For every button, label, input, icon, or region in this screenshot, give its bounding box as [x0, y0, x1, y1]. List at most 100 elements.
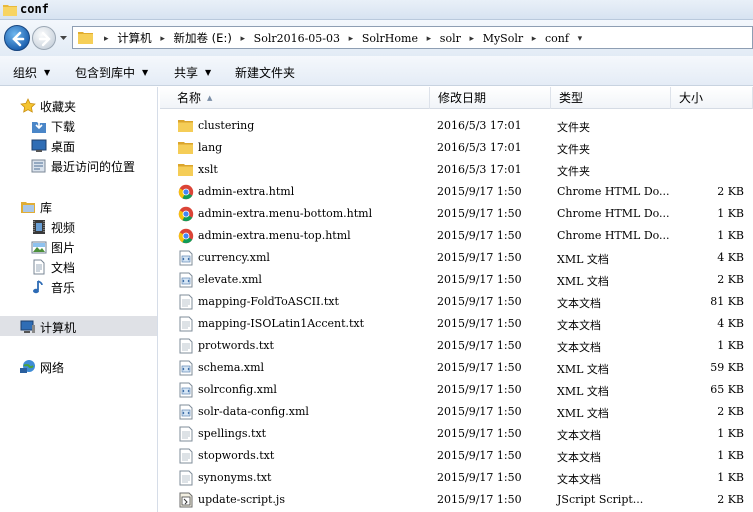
table-row[interactable]: solrconfig.xml 2015/9/17 1:50 XML 文档 65 KB [160, 379, 753, 401]
forward-button[interactable] [32, 26, 56, 50]
organize-button[interactable]: 组织 ▼ [13, 64, 50, 81]
file-date: 2015/9/17 1:50 [437, 207, 522, 220]
nav-label: 收藏夹 [40, 100, 77, 114]
chevron-right-icon[interactable]: ▸ [104, 34, 109, 44]
text-file-icon [178, 294, 194, 313]
file-date: 2016/5/3 17:01 [437, 119, 522, 132]
chevron-right-icon[interactable]: ▸ [532, 34, 537, 44]
include-library-label: 包含到库中 [75, 66, 136, 80]
file-type: XML 文档 [557, 363, 609, 376]
table-row[interactable]: mapping-FoldToASCII.txt 2015/9/17 1:50 文本文… [160, 291, 753, 313]
file-type: 文本文档 [557, 473, 601, 486]
nav-label: 图片 [51, 241, 76, 255]
table-row[interactable]: xslt 2016/5/3 17:01 文件夹 [160, 159, 753, 181]
text-file-icon [178, 448, 194, 467]
file-name: synonyms.txt [198, 471, 272, 484]
chevron-down-icon[interactable]: ▾ [578, 34, 583, 44]
column-header-size[interactable]: 大小 [671, 87, 753, 109]
table-row[interactable]: admin-extra.menu-top.html 2015/9/17 1:50 C… [160, 225, 753, 247]
chevron-down-icon: ▼ [205, 68, 212, 77]
recent-pages-dropdown[interactable] [59, 32, 68, 44]
window-title: conf [20, 2, 49, 16]
table-row[interactable]: schema.xml 2015/9/17 1:50 XML 文档 59 KB [160, 357, 753, 379]
table-row[interactable]: admin-extra.menu-bottom.html 2015/9/17 1:… [160, 203, 753, 225]
table-row[interactable]: clustering 2016/5/3 17:01 文件夹 [160, 115, 753, 137]
arrow-right-icon [38, 31, 51, 47]
include-library-button[interactable]: 包含到库中 ▼ [75, 64, 148, 81]
file-size: 2 KB [717, 405, 744, 418]
file-type: JScript Script... [557, 493, 644, 506]
breadcrumb-item-solrhome[interactable]: SolrHome [362, 32, 418, 45]
file-size: 65 KB [710, 383, 744, 396]
text-file-icon [178, 316, 194, 335]
new-folder-button[interactable]: 新建文件夹 [235, 64, 295, 81]
chevron-right-icon[interactable]: ▸ [470, 34, 475, 44]
breadcrumb-item-solr[interactable]: solr [440, 32, 461, 45]
breadcrumb-item-mysolr[interactable]: MySolr [483, 32, 523, 45]
file-date: 2015/9/17 1:50 [437, 185, 522, 198]
breadcrumb-item-drive[interactable]: 新加卷 (E:) [174, 30, 232, 46]
command-bar: 组织 ▼ 包含到库中 ▼ 共享 ▼ 新建文件夹 [0, 56, 753, 86]
navigation-pane: 收藏夹 下载 桌面 最近访问的位置 库 视频 图片 文档 音乐 计算机 网络 [0, 87, 158, 512]
file-type: 文本文档 [557, 341, 601, 354]
column-header-date[interactable]: 修改日期 [430, 87, 551, 109]
column-header-type[interactable]: 类型 [551, 87, 671, 109]
chrome-icon [178, 184, 194, 203]
table-row[interactable]: protwords.txt 2015/9/17 1:50 文本文档 1 KB [160, 335, 753, 357]
nav-label: 音乐 [51, 281, 76, 295]
table-row[interactable]: elevate.xml 2015/9/17 1:50 XML 文档 2 KB [160, 269, 753, 291]
file-name: lang [198, 141, 223, 154]
file-date: 2015/9/17 1:50 [437, 251, 522, 264]
file-date: 2015/9/17 1:50 [437, 273, 522, 286]
file-size: 4 KB [717, 251, 744, 264]
xml-icon [178, 360, 194, 379]
chevron-right-icon[interactable]: ▸ [160, 34, 165, 44]
chevron-right-icon[interactable]: ▸ [240, 34, 245, 44]
file-type: Chrome HTML Do... [557, 185, 670, 198]
file-type: 文件夹 [557, 165, 590, 178]
file-type: 文件夹 [557, 143, 590, 156]
table-row[interactable]: update-script.js 2015/9/17 1:50 JScript Sc… [160, 489, 753, 511]
pictures-icon [31, 239, 47, 258]
chevron-down-icon: ▼ [142, 68, 149, 77]
table-row[interactable]: synonyms.txt 2015/9/17 1:50 文本文档 1 KB [160, 467, 753, 489]
table-row[interactable]: solr-data-config.xml 2015/9/17 1:50 XML 文档… [160, 401, 753, 423]
breadcrumb-item-computer[interactable]: 计算机 [117, 30, 152, 46]
breadcrumb-item-solr-date[interactable]: Solr2016-05-03 [254, 32, 340, 45]
xml-icon [178, 382, 194, 401]
nav-label: 文档 [51, 261, 76, 275]
computer-icon [20, 319, 36, 338]
file-name: update-script.js [198, 493, 285, 506]
file-type: Chrome HTML Do... [557, 229, 670, 242]
file-size: 2 KB [717, 273, 744, 286]
share-button[interactable]: 共享 ▼ [174, 64, 211, 81]
column-header-name[interactable]: 名称 ▲ [160, 87, 430, 109]
table-row[interactable]: mapping-ISOLatin1Accent.txt 2015/9/17 1:5… [160, 313, 753, 335]
file-type: 文本文档 [557, 297, 601, 310]
file-name: xslt [198, 163, 218, 176]
table-row[interactable]: admin-extra.html 2015/9/17 1:50 Chrome HTM… [160, 181, 753, 203]
organize-label: 组织 [13, 66, 38, 80]
file-name: solr-data-config.xml [198, 405, 309, 418]
table-row[interactable]: lang 2016/5/3 17:01 文件夹 [160, 137, 753, 159]
folder-icon [178, 162, 194, 180]
table-row[interactable]: spellings.txt 2015/9/17 1:50 文本文档 1 KB [160, 423, 753, 445]
xml-icon [178, 250, 194, 269]
chevron-right-icon[interactable]: ▸ [427, 34, 432, 44]
nav-label: 桌面 [51, 140, 76, 154]
downloads-icon [31, 118, 47, 137]
table-row[interactable]: currency.xml 2015/9/17 1:50 XML 文档 4 KB [160, 247, 753, 269]
file-size: 1 KB [717, 449, 744, 462]
table-row[interactable]: stopwords.txt 2015/9/17 1:50 文本文档 1 KB [160, 445, 753, 467]
address-bar[interactable]: ▸ 计算机 ▸ 新加卷 (E:) ▸ Solr2016-05-03 ▸ Solr… [72, 26, 753, 49]
chevron-right-icon[interactable]: ▸ [349, 34, 354, 44]
file-name: schema.xml [198, 361, 265, 374]
breadcrumb-item-conf[interactable]: conf [545, 32, 569, 45]
sort-ascending-icon: ▲ [207, 94, 213, 102]
file-date: 2015/9/17 1:50 [437, 493, 522, 506]
file-type: 文件夹 [557, 121, 590, 134]
navigation-bar: ▸ 计算机 ▸ 新加卷 (E:) ▸ Solr2016-05-03 ▸ Solr… [0, 20, 753, 56]
chevron-down-icon: ▼ [44, 68, 51, 77]
file-date: 2015/9/17 1:50 [437, 471, 522, 484]
back-button[interactable] [4, 25, 30, 51]
